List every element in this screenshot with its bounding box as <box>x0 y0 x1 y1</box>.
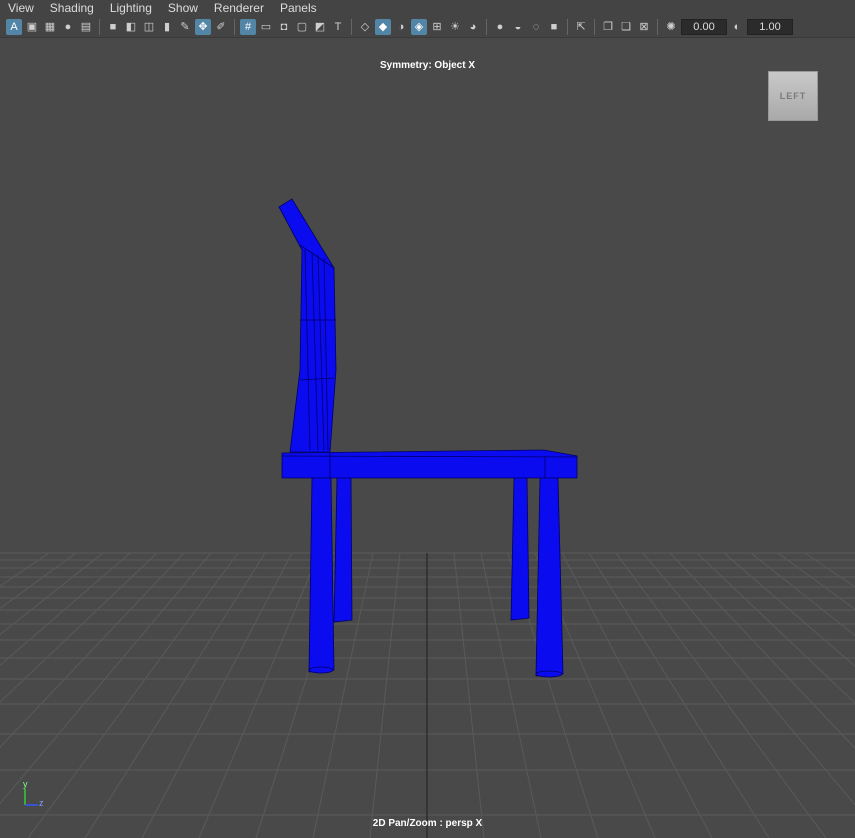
menu-show[interactable]: Show <box>160 0 206 16</box>
depth-of-field-icon[interactable]: ■ <box>546 19 562 35</box>
gamma-field[interactable]: 1.00 <box>747 18 793 35</box>
bookmark-icon[interactable]: ▮ <box>159 19 175 35</box>
grid-icon[interactable]: # <box>240 18 256 35</box>
anti-aliasing-icon[interactable]: ◌ <box>528 19 544 35</box>
lights-icon[interactable]: ☀ <box>447 19 463 35</box>
camera-attributes-icon[interactable]: ▣ <box>24 19 40 35</box>
toolbar-separator <box>99 18 100 35</box>
menu-renderer[interactable]: Renderer <box>206 0 272 16</box>
gate-mask-icon[interactable]: ▢ <box>294 19 310 35</box>
exposure-field[interactable]: 0.00 <box>681 18 727 35</box>
view-cube[interactable]: LEFT <box>768 71 818 121</box>
xray-joints-icon[interactable]: ❐ <box>600 19 616 35</box>
smooth-shade-icon[interactable]: ◆ <box>375 18 391 35</box>
axis-y-label: y <box>23 779 28 789</box>
toolbar-separator <box>234 18 235 35</box>
pan-zoom-icon[interactable]: ✥ <box>195 18 211 35</box>
chair-leg-back-far <box>333 477 353 623</box>
backface-culling-icon[interactable]: ⊠ <box>636 19 652 35</box>
gamma-icon[interactable]: ◐ <box>729 19 745 35</box>
motion-blur-icon[interactable]: ◒ <box>510 19 526 35</box>
panel-toolbar: A ▣ ▦ ● ▤ ■ ◧ ◫ ▮ ✎ ✥ ✐ # ▭ ◘ ▢ ◩ T ◇ ◆ … <box>0 16 855 38</box>
menu-lighting[interactable]: Lighting <box>102 0 160 16</box>
toolbar-separator <box>657 18 658 35</box>
view-cube-face-label: LEFT <box>779 91 807 101</box>
xray-icon[interactable]: ⊞ <box>429 19 445 35</box>
select-camera-icon[interactable]: A <box>6 18 22 35</box>
toolbar-separator <box>594 18 595 35</box>
grease-pencil-icon[interactable]: ✐ <box>213 19 229 35</box>
axis-z-label: z <box>39 798 44 808</box>
film-gate-icon[interactable]: ◧ <box>123 19 139 35</box>
menu-shading[interactable]: Shading <box>42 0 102 16</box>
camera-icon[interactable]: ■ <box>105 19 121 35</box>
resolution-gate-icon[interactable]: ◫ <box>141 19 157 35</box>
chair-leg-front-far <box>510 477 530 621</box>
camera-label: 2D Pan/Zoom : persp X <box>372 818 483 829</box>
menu-bar: View Shading Lighting Show Renderer Pane… <box>0 0 855 16</box>
film-gate-toggle-icon[interactable]: ▭ <box>258 19 274 35</box>
toolbar-separator <box>486 18 487 35</box>
exposure-icon[interactable]: ✺ <box>663 19 679 35</box>
two-d-pan-icon[interactable]: ▤ <box>78 19 94 35</box>
3d-viewport[interactable]: Symmetry: Object X LEFT y z 2D Pan/Zoom … <box>0 38 855 838</box>
chair-model[interactable] <box>278 198 578 678</box>
wireframe-on-shaded-icon[interactable]: ◈ <box>411 18 427 35</box>
resolution-gate-toggle-icon[interactable]: ◘ <box>276 19 292 35</box>
symmetry-label: Symmetry: Object X <box>379 60 476 71</box>
toolbar-separator <box>351 18 352 35</box>
chair-leg-back-near <box>308 477 335 673</box>
toolbar-separator <box>567 18 568 35</box>
chair-leg-front-near <box>535 477 564 677</box>
menu-panels[interactable]: Panels <box>272 0 325 16</box>
shadows-icon[interactable]: ◕ <box>465 19 481 35</box>
menu-view[interactable]: View <box>0 0 42 16</box>
screen-space-ao-icon[interactable]: ● <box>492 19 508 35</box>
chair-seat <box>281 449 578 479</box>
wireframe-icon[interactable]: ◇ <box>357 19 373 35</box>
safe-title-icon[interactable]: T <box>330 19 346 35</box>
default-material-icon[interactable]: ◑ <box>393 19 409 35</box>
bookmarks-icon[interactable]: ▦ <box>42 19 58 35</box>
axis-gizmo: y z <box>20 779 50 813</box>
pencil-icon[interactable]: ✎ <box>177 19 193 35</box>
field-chart-icon[interactable]: ◩ <box>312 19 328 35</box>
isolate-select-icon[interactable]: ⇱ <box>573 19 589 35</box>
viewport-canvas <box>0 198 855 838</box>
image-plane-icon[interactable]: ● <box>60 19 76 35</box>
xray-active-icon[interactable]: ❏ <box>618 19 634 35</box>
